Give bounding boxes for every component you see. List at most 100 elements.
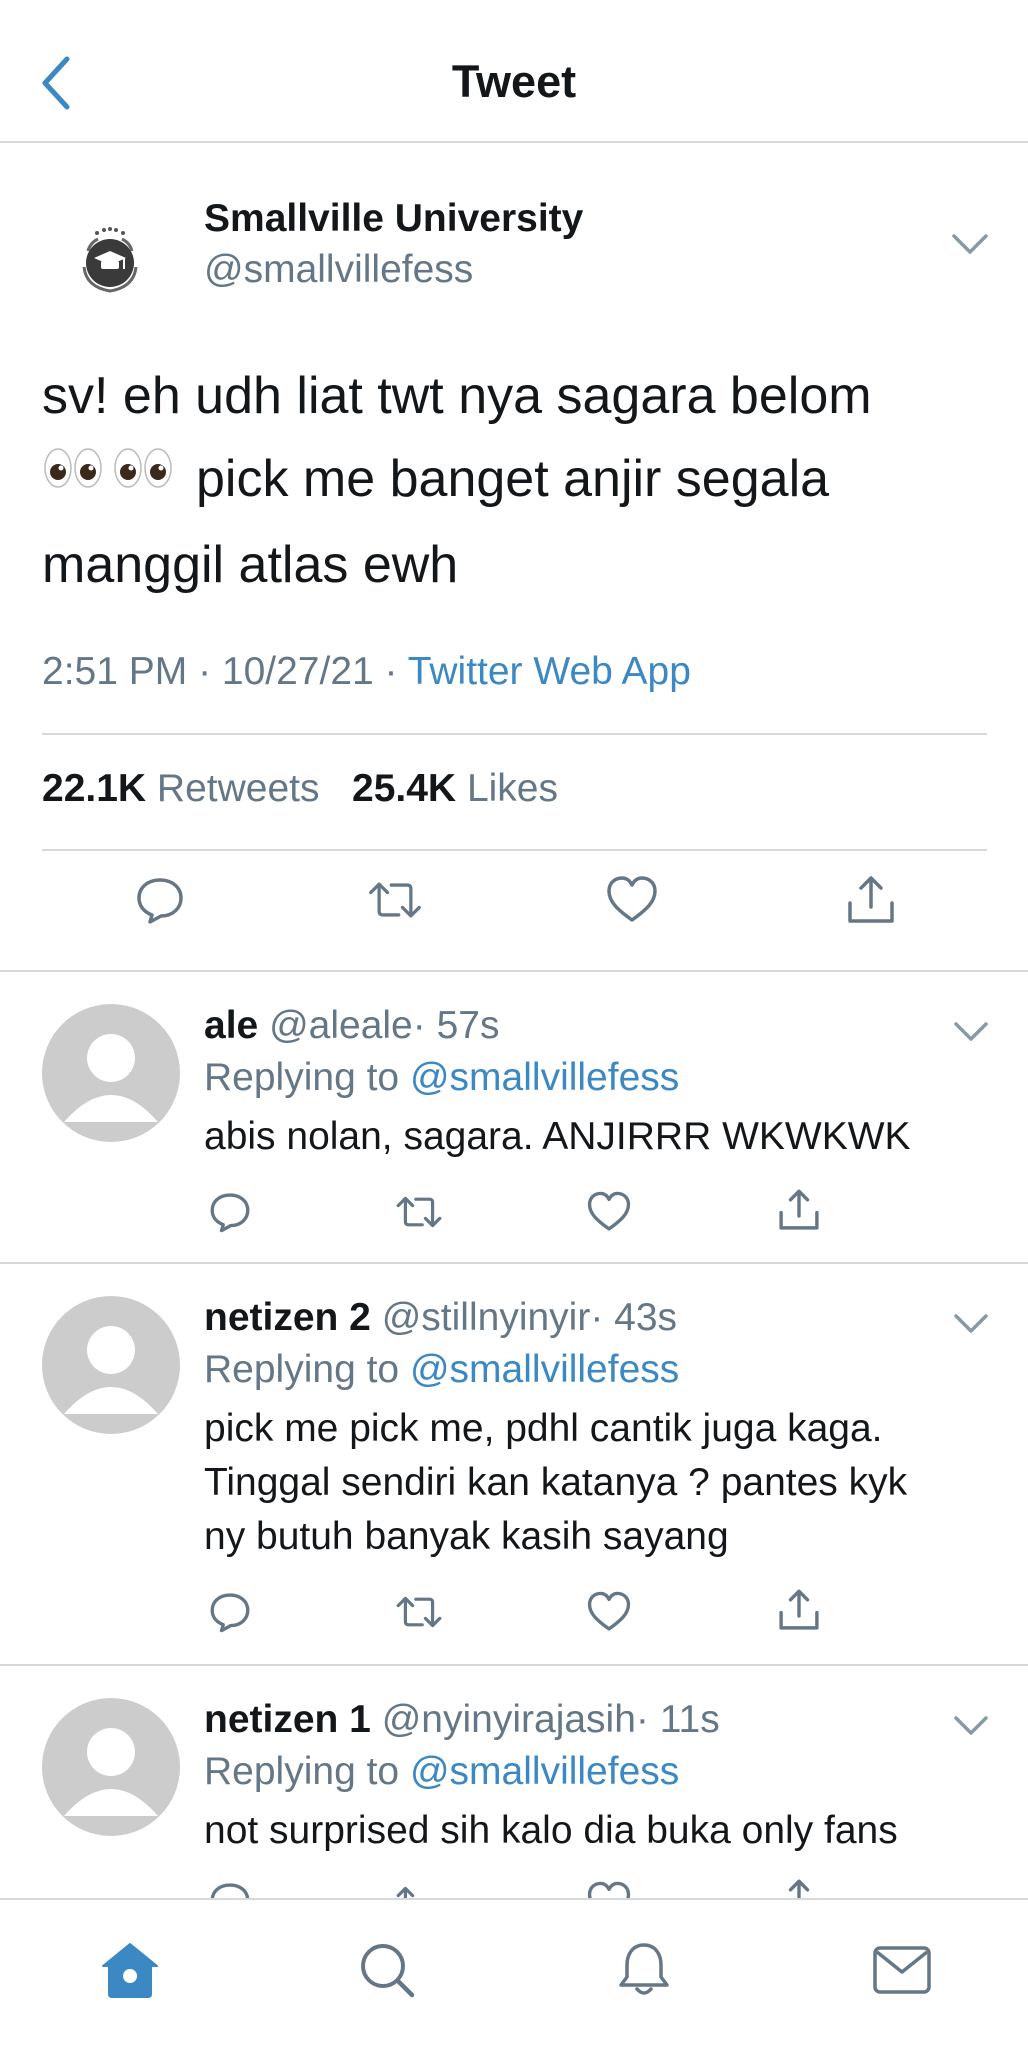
replying-to-label: Replying to: [204, 1056, 400, 1099]
reply-icon: [210, 1593, 250, 1633]
replying-to: Replying to @smallvillefess: [204, 1056, 679, 1100]
tweet-actions: [0, 860, 1028, 940]
eyes-emoji-icon: [42, 435, 182, 518]
retweets-count[interactable]: 22.1K: [42, 767, 146, 810]
tweet-text-segment: pick me banget anjir segala: [196, 450, 830, 508]
retweet-button[interactable]: [395, 1588, 443, 1636]
reply-text-line: pick me pick me, pdhl cantik juga kaga.: [204, 1407, 883, 1450]
author-name[interactable]: Smallville University: [204, 197, 583, 241]
retweet-icon: [396, 1886, 415, 1898]
share-button[interactable]: [775, 1586, 823, 1634]
tweet-source-link[interactable]: Twitter Web App: [408, 650, 691, 693]
main-tweet: Smallville University @smallvillefess sv…: [0, 145, 1028, 972]
share-icon: [848, 876, 894, 923]
tweet-meta: 2:51 PM · 10/27/21 · Twitter Web App: [42, 650, 691, 694]
reply-icon: [210, 1193, 250, 1233]
share-button[interactable]: [775, 1186, 823, 1234]
reply-timestamp: · 11s: [635, 1698, 720, 1741]
reply-author-handle[interactable]: @nyinyirajasih: [382, 1698, 636, 1741]
like-button[interactable]: [604, 872, 660, 928]
reply-author-name[interactable]: netizen 1: [204, 1698, 371, 1741]
retweet-button[interactable]: [395, 1188, 443, 1236]
heart-icon: [607, 876, 657, 922]
messages-icon: [873, 1946, 931, 1994]
mention-link[interactable]: @smallvillefess: [410, 1348, 679, 1391]
replying-to: Replying to @smallvillefess: [204, 1348, 679, 1392]
tab-notifications[interactable]: [612, 1938, 676, 2002]
retweet-button[interactable]: [367, 872, 423, 928]
notifications-icon: [619, 1943, 669, 1995]
avatar[interactable]: [42, 1698, 180, 1836]
reply-button[interactable]: [206, 1878, 254, 1898]
default-avatar-icon: [64, 1728, 158, 1816]
likes-count[interactable]: 25.4K: [352, 767, 456, 810]
retweet-icon: [369, 882, 421, 918]
retweet-icon: [396, 1596, 442, 1628]
tweet-text: sv! eh udh liat twt nya sagara belom pic…: [42, 355, 992, 607]
retweets-label[interactable]: Retweets: [157, 767, 320, 810]
page-title: Tweet: [451, 56, 577, 107]
heart-icon: [587, 1591, 631, 1631]
like-button[interactable]: [585, 1588, 633, 1636]
tab-messages[interactable]: [870, 1938, 934, 2002]
default-avatar-icon: [64, 1034, 158, 1122]
like-button[interactable]: [585, 1878, 633, 1898]
mention-link[interactable]: @smallvillefess: [410, 1056, 679, 1099]
avatar[interactable]: [42, 193, 177, 328]
heart-icon: [587, 1881, 631, 1898]
heart-icon: [587, 1191, 631, 1231]
reply-author-handle[interactable]: @stillnyinyir: [382, 1296, 591, 1339]
reply-text: pick me pick me, pdhl cantik juga kaga. …: [204, 1402, 994, 1564]
tweet-text-line: manggil atlas ewh: [42, 535, 459, 594]
reply-header: netizen 1 @nyinyirajasih· 11s: [204, 1698, 720, 1742]
like-button[interactable]: [585, 1188, 633, 1236]
author-handle[interactable]: @smallvillefess: [204, 248, 473, 292]
share-icon: [779, 1189, 819, 1230]
bottom-tab-bar: [0, 1898, 1028, 2048]
reply-tweet[interactable]: ale @aleale· 57s Replying to @smallville…: [0, 974, 1028, 1264]
reply-author-handle[interactable]: @aleale: [269, 1004, 413, 1047]
university-logo-icon: [82, 226, 137, 293]
reply-header: netizen 2 @stillnyinyir· 43s: [204, 1296, 677, 1340]
reply-button[interactable]: [206, 1188, 254, 1236]
reply-button[interactable]: [206, 1588, 254, 1636]
share-button[interactable]: [843, 872, 899, 928]
divider: [42, 849, 987, 851]
reply-tweet[interactable]: netizen 1 @nyinyirajasih· 11s Replying t…: [0, 1668, 1028, 1898]
reply-text-line: Tinggal sendiri kan katanya ? pantes kyk: [204, 1461, 908, 1504]
share-icon: [779, 1589, 819, 1630]
mention-link[interactable]: @smallvillefess: [410, 1750, 679, 1793]
default-avatar-icon: [64, 1326, 158, 1414]
reply-timestamp: · 43s: [590, 1296, 678, 1339]
reply-tweet[interactable]: netizen 2 @stillnyinyir· 43s Replying to…: [0, 1266, 1028, 1666]
retweet-icon: [396, 1196, 442, 1228]
retweet-button[interactable]: [395, 1878, 443, 1898]
avatar[interactable]: [42, 1004, 180, 1142]
likes-label[interactable]: Likes: [467, 767, 558, 810]
tab-search[interactable]: [355, 1938, 419, 2002]
tweet-timestamp: 2:51 PM · 10/27/21 ·: [42, 650, 398, 693]
reply-author-name[interactable]: netizen 2: [204, 1296, 371, 1339]
reply-button[interactable]: [132, 872, 188, 928]
share-icon: [788, 1879, 810, 1898]
replying-to-label: Replying to: [204, 1750, 400, 1793]
replying-to: Replying to @smallvillefess: [204, 1750, 679, 1794]
reply-icon: [137, 878, 183, 924]
tweet-stats: 22.1K Retweets 25.4K Likes: [42, 767, 558, 811]
share-button[interactable]: [775, 1876, 823, 1898]
tab-home[interactable]: [98, 1938, 162, 2002]
top-navigation-bar: Tweet: [0, 0, 1028, 143]
chevron-down-icon[interactable]: [952, 1310, 990, 1338]
reply-author-name[interactable]: ale: [204, 1004, 258, 1047]
replying-to-label: Replying to: [204, 1348, 400, 1391]
reply-text: not surprised sih kalo dia buka only fan…: [204, 1809, 898, 1852]
avatar[interactable]: [42, 1296, 180, 1434]
tweet-text-line: sv! eh udh liat twt nya sagara belom: [42, 367, 872, 425]
chevron-down-icon[interactable]: [950, 230, 990, 260]
chevron-down-icon[interactable]: [952, 1712, 990, 1740]
reply-timestamp: · 57s: [412, 1004, 500, 1047]
search-icon: [361, 1944, 415, 1998]
tweet-text-line: pick me banget anjir segala: [42, 438, 992, 524]
chevron-down-icon[interactable]: [952, 1018, 990, 1046]
reply-text: abis nolan, sagara. ANJIRRR WKWKWK: [204, 1115, 911, 1158]
